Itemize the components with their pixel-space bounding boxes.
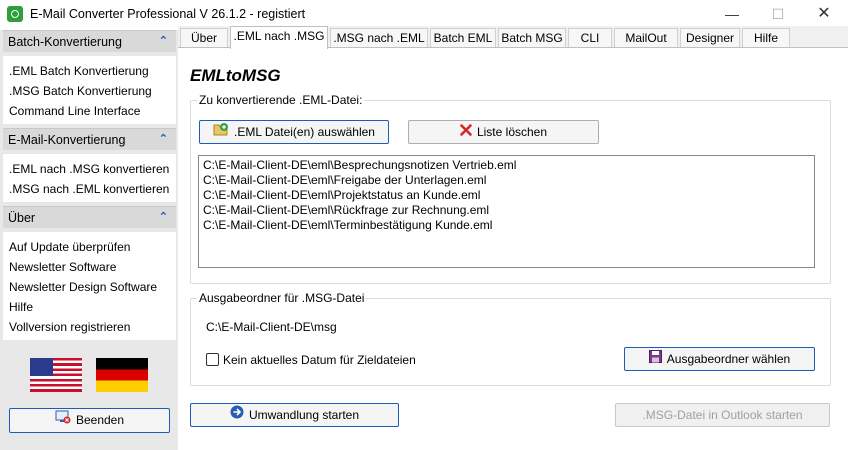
sidebar-item-msg-to-eml[interactable]: .MSG nach .EML konvertieren (9, 182, 169, 196)
select-eml-button[interactable]: .EML Datei(en) auswählen (199, 120, 389, 144)
output-path: C:\E-Mail-Client-DE\msg (206, 320, 337, 334)
sidebar-group-about: Auf Update überprüfen Newsletter Softwar… (3, 232, 176, 340)
tab-batch-msg[interactable]: Batch MSG (498, 28, 566, 48)
sidebar-item-newsletter[interactable]: Newsletter Software (9, 260, 116, 274)
sidebar: Batch-Konvertierung ⌃ .EML Batch Konvert… (0, 30, 178, 450)
open-in-outlook-button[interactable]: .MSG-Datei in Outlook starten (615, 403, 830, 427)
select-eml-label: .EML Datei(en) auswählen (234, 125, 375, 139)
no-date-checkbox[interactable] (206, 353, 219, 366)
list-item[interactable]: C:\E-Mail-Client-DE\eml\Projektstatus an… (203, 188, 480, 202)
collapse-chevron-icon[interactable]: ⌃ (159, 210, 168, 223)
open-file-icon (213, 121, 229, 143)
tab-mailout[interactable]: MailOut (614, 28, 678, 48)
delete-icon (460, 121, 472, 143)
sidebar-header-label: Über (8, 211, 36, 225)
sidebar-item-newsletter-design[interactable]: Newsletter Design Software (9, 280, 157, 294)
output-group-label: Ausgabeordner für .MSG-Datei (197, 291, 367, 305)
tab-bar: Über .EML nach .MSG .MSG nach .EML Batch… (178, 26, 848, 49)
sidebar-item-help[interactable]: Hilfe (9, 300, 33, 314)
sidebar-header-about[interactable]: Über ⌃ (3, 206, 176, 228)
sidebar-item-eml-to-msg[interactable]: .EML nach .MSG konvertieren (9, 162, 169, 176)
start-conversion-button[interactable]: Umwandlung starten (190, 403, 399, 427)
sidebar-item-msg-batch[interactable]: .MSG Batch Konvertierung (9, 84, 152, 98)
tab-batch-eml[interactable]: Batch EML (430, 28, 496, 48)
output-folder-group (190, 298, 831, 386)
input-group-label: Zu konvertierende .EML-Datei: (197, 93, 365, 107)
collapse-chevron-icon[interactable]: ⌃ (159, 34, 168, 47)
sidebar-header-label: Batch-Konvertierung (8, 35, 122, 49)
tab-ueber[interactable]: Über (180, 28, 228, 48)
sidebar-group-email: .EML nach .MSG konvertieren .MSG nach .E… (3, 154, 176, 202)
tab-msg-to-eml[interactable]: .MSG nach .EML (330, 28, 428, 48)
sidebar-item-update[interactable]: Auf Update überprüfen (9, 240, 130, 254)
exit-button[interactable]: Beenden (9, 408, 170, 433)
tab-hilfe[interactable]: Hilfe (742, 28, 790, 48)
exit-icon (55, 409, 71, 431)
start-conversion-label: Umwandlung starten (248, 408, 360, 422)
tab-designer[interactable]: Designer (680, 28, 740, 48)
exit-button-label: Beenden (75, 413, 125, 427)
german-flag-icon[interactable] (96, 358, 148, 392)
app-icon (7, 6, 23, 22)
main-panel: EMLtoMSG Zu konvertierende .EML-Datei: .… (178, 47, 848, 437)
tab-cli[interactable]: CLI (568, 28, 612, 48)
sidebar-header-batch[interactable]: Batch-Konvertierung ⌃ (3, 30, 176, 52)
list-item[interactable]: C:\E-Mail-Client-DE\eml\Besprechungsnoti… (203, 158, 516, 172)
collapse-chevron-icon[interactable]: ⌃ (159, 132, 168, 145)
tab-eml-to-msg[interactable]: .EML nach .MSG (230, 26, 328, 49)
sidebar-header-email[interactable]: E-Mail-Konvertierung ⌃ (3, 128, 176, 150)
file-list[interactable]: C:\E-Mail-Client-DE\eml\Besprechungsnoti… (198, 155, 815, 268)
sidebar-group-batch: .EML Batch Konvertierung .MSG Batch Konv… (3, 56, 176, 124)
list-item[interactable]: C:\E-Mail-Client-DE\eml\Freigabe der Unt… (203, 173, 486, 187)
choose-output-label: Ausgabeordner wählen (666, 352, 791, 366)
sidebar-item-register[interactable]: Vollversion registrieren (9, 320, 130, 334)
clear-list-button[interactable]: Liste löschen (408, 120, 599, 144)
window-title: E-Mail Converter Professional V 26.1.2 -… (30, 7, 306, 21)
save-icon (648, 348, 662, 370)
list-item[interactable]: C:\E-Mail-Client-DE\eml\Rückfrage zur Re… (203, 203, 489, 217)
choose-output-button[interactable]: Ausgabeordner wählen (624, 347, 815, 371)
sidebar-item-eml-batch[interactable]: .EML Batch Konvertierung (9, 64, 149, 78)
us-flag-icon[interactable] (30, 358, 82, 392)
no-date-label[interactable]: Kein aktuelles Datum für Zieldateien (223, 353, 416, 367)
page-title: EMLtoMSG (190, 66, 281, 85)
clear-list-label: Liste löschen (476, 125, 548, 139)
list-item[interactable]: C:\E-Mail-Client-DE\eml\Terminbestätigun… (203, 218, 492, 232)
arrow-right-icon (230, 404, 244, 426)
sidebar-item-cli[interactable]: Command Line Interface (9, 104, 140, 118)
sidebar-header-label: E-Mail-Konvertierung (8, 133, 126, 147)
